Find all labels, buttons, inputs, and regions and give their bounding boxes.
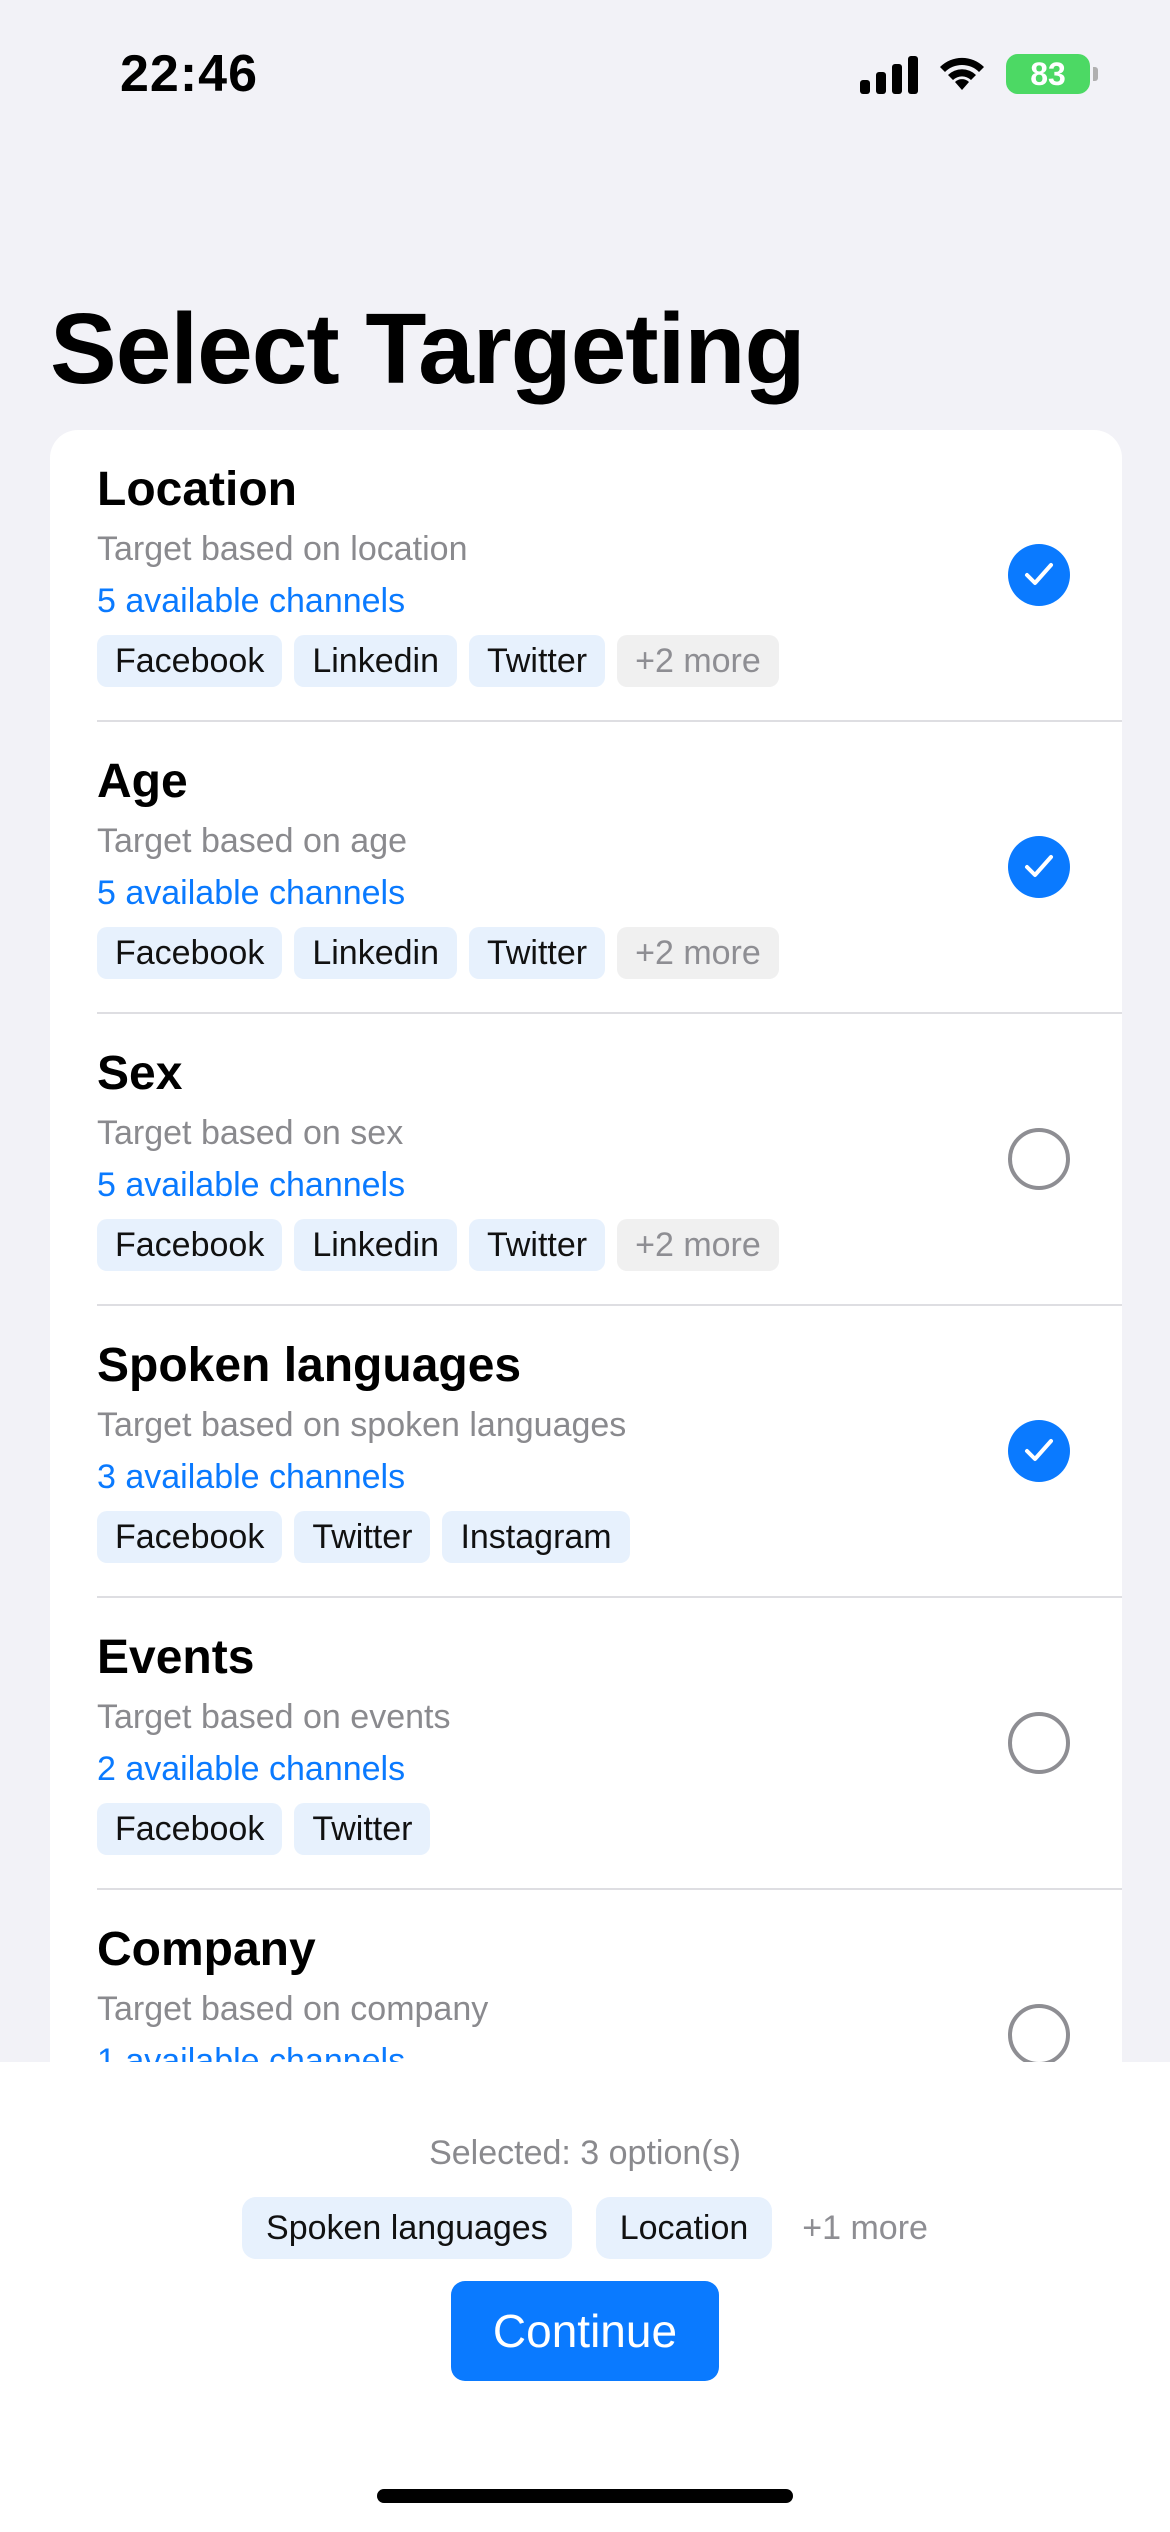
row-title: Sex — [97, 1047, 183, 1100]
checkmark-selected-icon[interactable] — [1008, 544, 1070, 606]
row-channels-count: 5 available channels — [97, 874, 406, 912]
checkmark-selected-icon[interactable] — [1008, 836, 1070, 898]
home-indicator[interactable] — [377, 2489, 793, 2503]
row-subtitle: Target based on location — [97, 530, 468, 568]
battery-level: 83 — [1030, 55, 1066, 92]
channel-chips: Facebook Twitter Instagram — [97, 1511, 630, 1563]
channel-chip: Facebook — [97, 635, 283, 687]
row-channels-count: 2 available channels — [97, 1750, 406, 1788]
status-bar: 22:46 83 — [0, 0, 1170, 150]
selected-count: Selected: 3 option(s) — [429, 2134, 741, 2172]
battery-icon: 83 — [1006, 54, 1098, 94]
channel-chip: Twitter — [468, 927, 606, 979]
channel-chip: Facebook — [97, 1803, 283, 1855]
screen: 22:46 83 Select Targeting Location Targe… — [0, 0, 1170, 2532]
row-subtitle: Target based on spoken languages — [97, 1406, 627, 1444]
radio-unselected-icon[interactable] — [1008, 2004, 1070, 2066]
page-title: Select Targeting — [50, 293, 806, 405]
row-title: Spoken languages — [97, 1339, 522, 1392]
targeting-row-age[interactable]: Age Target based on age 5 available chan… — [50, 722, 1122, 1014]
channel-chips: Facebook Linkedin Twitter +2 more — [97, 635, 779, 687]
row-subtitle: Target based on age — [97, 822, 408, 860]
targeting-row-sex[interactable]: Sex Target based on sex 5 available chan… — [50, 1014, 1122, 1306]
wifi-icon — [936, 54, 988, 94]
selected-more: +1 more — [802, 2208, 928, 2247]
channel-chip-more: +2 more — [617, 635, 779, 687]
row-title: Company — [97, 1923, 316, 1976]
channel-chip: Facebook — [97, 927, 283, 979]
channel-chip: Twitter — [294, 1511, 431, 1563]
checkmark-selected-icon[interactable] — [1008, 1420, 1070, 1482]
row-channels-count: 3 available channels — [97, 1458, 406, 1496]
targeting-list: Location Target based on location 5 avai… — [50, 430, 1122, 2080]
row-subtitle: Target based on company — [97, 1990, 489, 2028]
row-channels-count: 5 available channels — [97, 582, 406, 620]
channel-chip: Facebook — [97, 1219, 283, 1271]
targeting-row-company[interactable]: Company Target based on company 1 availa… — [50, 1890, 1122, 2080]
status-time: 22:46 — [120, 45, 258, 103]
channel-chip: Linkedin — [294, 927, 457, 979]
row-channels-count: 5 available channels — [97, 1166, 406, 1204]
channel-chip-more: +2 more — [617, 1219, 779, 1271]
targeting-row-events[interactable]: Events Target based on events 2 availabl… — [50, 1598, 1122, 1890]
row-title: Location — [97, 463, 297, 516]
status-icons: 83 — [860, 54, 1098, 94]
channel-chips: Facebook Linkedin Twitter +2 more — [97, 1219, 779, 1271]
row-subtitle: Target based on sex — [97, 1114, 404, 1152]
channel-chips: Facebook Linkedin Twitter +2 more — [97, 927, 779, 979]
channel-chips: Facebook Twitter — [97, 1803, 431, 1855]
targeting-row-spoken-languages[interactable]: Spoken languages Target based on spoken … — [50, 1306, 1122, 1598]
channel-chip: Twitter — [468, 635, 606, 687]
selected-chip[interactable]: Location — [595, 2197, 773, 2259]
channel-chip: Twitter — [294, 1803, 431, 1855]
selected-chip[interactable]: Spoken languages — [242, 2197, 572, 2259]
channel-chip-more: +2 more — [617, 927, 779, 979]
radio-unselected-icon[interactable] — [1008, 1712, 1070, 1774]
row-subtitle: Target based on events — [97, 1698, 451, 1736]
channel-chip: Linkedin — [294, 1219, 457, 1271]
channel-chip: Instagram — [442, 1511, 630, 1563]
selected-chips: Spoken languages Location +1 more — [0, 2197, 1170, 2259]
row-title: Age — [97, 755, 188, 808]
row-title: Events — [97, 1631, 255, 1684]
radio-unselected-icon[interactable] — [1008, 1128, 1070, 1190]
continue-button[interactable]: Continue — [451, 2281, 719, 2381]
selection-footer: Selected: 3 option(s) Spoken languages L… — [0, 2062, 1170, 2532]
targeting-row-location[interactable]: Location Target based on location 5 avai… — [50, 430, 1122, 722]
channel-chip: Facebook — [97, 1511, 283, 1563]
cellular-signal-icon — [860, 54, 918, 94]
channel-chip: Twitter — [468, 1219, 606, 1271]
channel-chip: Linkedin — [294, 635, 457, 687]
